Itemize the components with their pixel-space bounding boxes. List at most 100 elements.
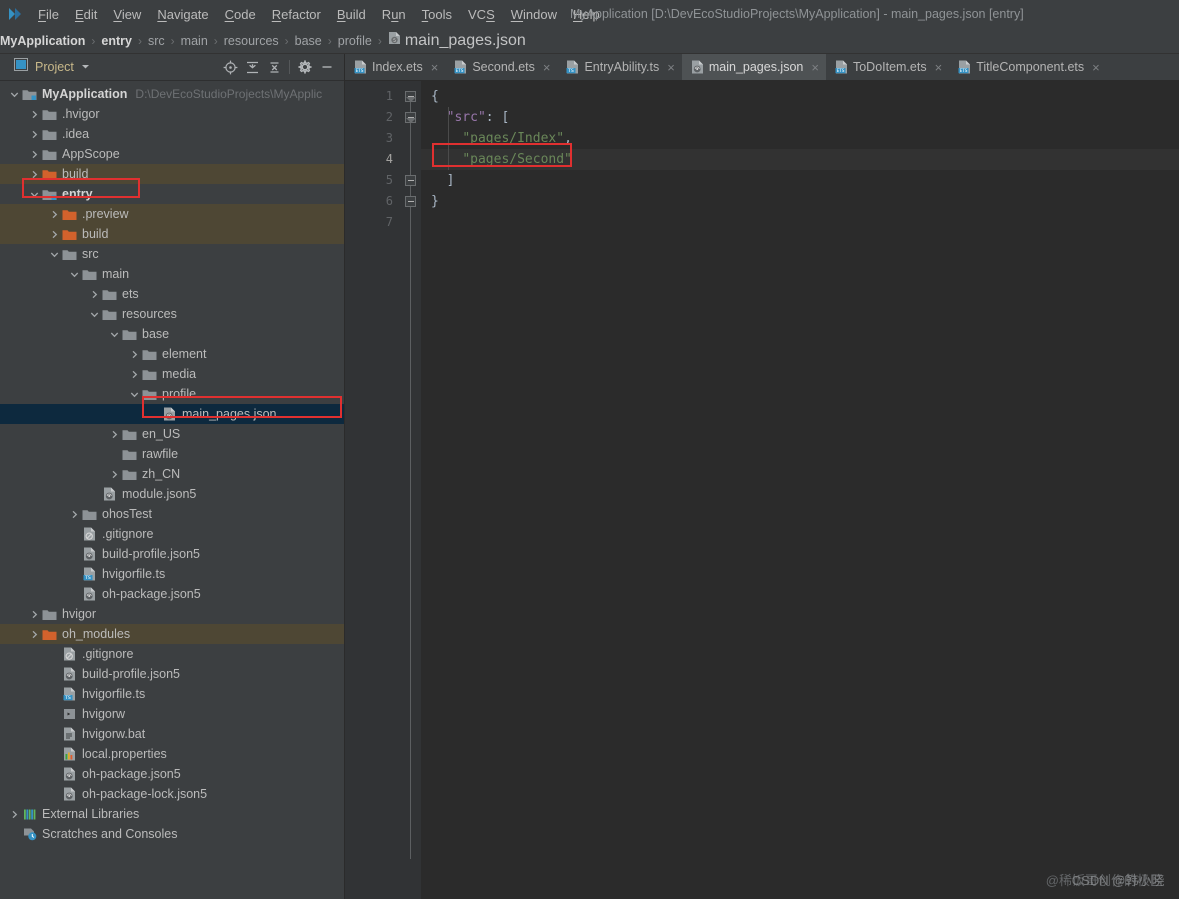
menu-item-edit[interactable]: Edit <box>67 4 105 25</box>
tree-row-src[interactable]: src <box>0 244 344 264</box>
code-editor[interactable]: 1 2 3 4 5 6 7 { "src": [ "pages/Index", "pages… <box>345 81 1179 899</box>
tree-row-oh-package-lock-json5[interactable]: oh-package-lock.json5 <box>0 784 344 804</box>
tree-row-base[interactable]: base <box>0 324 344 344</box>
breadcrumb-item-resources[interactable]: resources <box>224 34 279 48</box>
tree-row-main-pages-json[interactable]: main_pages.json <box>0 404 344 424</box>
tree-row-zh-cn[interactable]: zh_CN <box>0 464 344 484</box>
tree-row-ets[interactable]: ets <box>0 284 344 304</box>
tree-row-hvigorw-bat[interactable]: hvigorw.bat <box>0 724 344 744</box>
editor-tab-second-ets[interactable]: ETS Second.ets × <box>445 54 557 80</box>
breadcrumb[interactable]: MyApplication › entry › src › main › resources › b… <box>0 28 1179 54</box>
editor-tab-todoitem-ets[interactable]: ETS ToDoItem.ets × <box>826 54 949 80</box>
tree-row-build[interactable]: build <box>0 164 344 184</box>
chevron-right-icon[interactable] <box>68 508 81 521</box>
chevron-down-icon[interactable] <box>48 248 61 261</box>
tree-row-module-json5[interactable]: module.json5 <box>0 484 344 504</box>
tree-row-rawfile[interactable]: rawfile <box>0 444 344 464</box>
chevron-down-icon[interactable] <box>68 268 81 281</box>
tree-row-build-profile-json5[interactable]: build-profile.json5 <box>0 664 344 684</box>
settings-gear-icon[interactable] <box>294 56 316 78</box>
tree-row-profile[interactable]: profile <box>0 384 344 404</box>
tree-row-oh-modules[interactable]: oh_modules <box>0 624 344 644</box>
breadcrumb-item-main[interactable]: main <box>181 34 208 48</box>
tree-row-hvigorfile-ts[interactable]: TS hvigorfile.ts <box>0 684 344 704</box>
menu-item-build[interactable]: Build <box>329 4 374 25</box>
tree-row-appscope[interactable]: AppScope <box>0 144 344 164</box>
tree-row-oh-package-json5[interactable]: oh-package.json5 <box>0 584 344 604</box>
close-icon[interactable]: × <box>543 60 551 75</box>
tree-row-local-properties[interactable]: local.properties <box>0 744 344 764</box>
chevron-right-icon[interactable] <box>108 428 121 441</box>
tree-row-myapplication[interactable]: MyApplication D:\DevEcoStudioProjects\MyA… <box>0 84 344 104</box>
code-line-1[interactable]: { <box>421 86 1179 107</box>
fold-collapse-icon[interactable] <box>405 175 416 186</box>
breadcrumb-item-profile[interactable]: profile <box>338 34 372 48</box>
tree-row-hvigorfile-ts[interactable]: TS hvigorfile.ts <box>0 564 344 584</box>
chevron-right-icon[interactable] <box>28 168 41 181</box>
editor-tab-main-pages-json[interactable]: main_pages.json × <box>681 54 826 80</box>
tree-row-build[interactable]: build <box>0 224 344 244</box>
breadcrumb-item-entry[interactable]: entry <box>101 34 132 48</box>
chevron-down-icon[interactable] <box>28 188 41 201</box>
project-tree[interactable]: MyApplication D:\DevEcoStudioProjects\MyA… <box>0 81 344 899</box>
editor-tab-titlecomponent-ets[interactable]: ETS TitleComponent.ets × <box>949 54 1107 80</box>
breadcrumb-file[interactable]: 5 main_pages.json <box>388 31 526 50</box>
chevron-right-icon[interactable] <box>128 348 141 361</box>
code-line-7[interactable] <box>421 212 1179 233</box>
menu-item-navigate[interactable]: Navigate <box>149 4 216 25</box>
tree-row--gitignore[interactable]: .gitignore <box>0 524 344 544</box>
close-icon[interactable]: × <box>935 60 943 75</box>
hide-panel-icon[interactable] <box>316 56 338 78</box>
editor-tab-entryability-ts[interactable]: TS EntryAbility.ts × <box>557 54 681 80</box>
chevron-right-icon[interactable] <box>108 468 121 481</box>
menu-item-tools[interactable]: Tools <box>414 4 460 25</box>
close-icon[interactable]: × <box>667 60 675 75</box>
code-line-3[interactable]: "pages/Index", <box>421 128 1179 149</box>
fold-collapse-icon[interactable] <box>405 196 416 207</box>
editor-fold-column[interactable] <box>401 81 421 899</box>
menu-item-view[interactable]: View <box>105 4 149 25</box>
menu-item-file[interactable]: File <box>30 4 67 25</box>
tree-row-build-profile-json5[interactable]: build-profile.json5 <box>0 544 344 564</box>
breadcrumb-item-base[interactable]: base <box>295 34 322 48</box>
chevron-right-icon[interactable] <box>28 148 41 161</box>
menu-item-window[interactable]: Window <box>503 4 565 25</box>
tree-row--idea[interactable]: .idea <box>0 124 344 144</box>
tree-row-element[interactable]: element <box>0 344 344 364</box>
close-icon[interactable]: × <box>431 60 439 75</box>
tree-row-hvigorw[interactable]: hvigorw <box>0 704 344 724</box>
code-line-5[interactable]: ] <box>421 170 1179 191</box>
chevron-right-icon[interactable] <box>48 208 61 221</box>
chevron-down-icon[interactable] <box>8 88 21 101</box>
chevron-right-icon[interactable] <box>28 608 41 621</box>
chevron-right-icon[interactable] <box>28 628 41 641</box>
editor-tab-bar[interactable]: ETS Index.ets × ETS Second.ets × TS EntryAbilit… <box>345 54 1179 81</box>
chevron-down-icon[interactable] <box>81 58 90 76</box>
editor-tab-index-ets[interactable]: ETS Index.ets × <box>345 54 445 80</box>
tree-row-resources[interactable]: resources <box>0 304 344 324</box>
chevron-down-icon[interactable] <box>108 328 121 341</box>
tree-row-external-libraries[interactable]: External Libraries <box>0 804 344 824</box>
chevron-down-icon[interactable] <box>128 388 141 401</box>
collapse-all-icon[interactable] <box>263 56 285 78</box>
chevron-right-icon[interactable] <box>48 228 61 241</box>
tree-row-hvigor[interactable]: hvigor <box>0 604 344 624</box>
menu-item-code[interactable]: Code <box>217 4 264 25</box>
chevron-right-icon[interactable] <box>28 128 41 141</box>
breadcrumb-item-myapplication[interactable]: MyApplication <box>0 34 85 48</box>
tree-row-ohostest[interactable]: ohosTest <box>0 504 344 524</box>
close-icon[interactable]: × <box>811 60 819 75</box>
tree-row--preview[interactable]: .preview <box>0 204 344 224</box>
chevron-right-icon[interactable] <box>8 808 21 821</box>
locate-file-icon[interactable] <box>219 56 241 78</box>
project-view-selector[interactable]: Project <box>14 58 90 76</box>
tree-row-scratches-and-consoles[interactable]: Scratches and Consoles <box>0 824 344 844</box>
tree-row-en-us[interactable]: en_US <box>0 424 344 444</box>
menu-item-refactor[interactable]: Refactor <box>264 4 329 25</box>
menu-item-vcs[interactable]: VCS <box>460 4 503 25</box>
tree-row-media[interactable]: media <box>0 364 344 384</box>
breadcrumb-item-src[interactable]: src <box>148 34 165 48</box>
editor-code-area[interactable]: { "src": [ "pages/Index", "pages/Second"… <box>421 81 1179 899</box>
tree-row--gitignore[interactable]: .gitignore <box>0 644 344 664</box>
code-line-2[interactable]: "src": [ <box>421 107 1179 128</box>
